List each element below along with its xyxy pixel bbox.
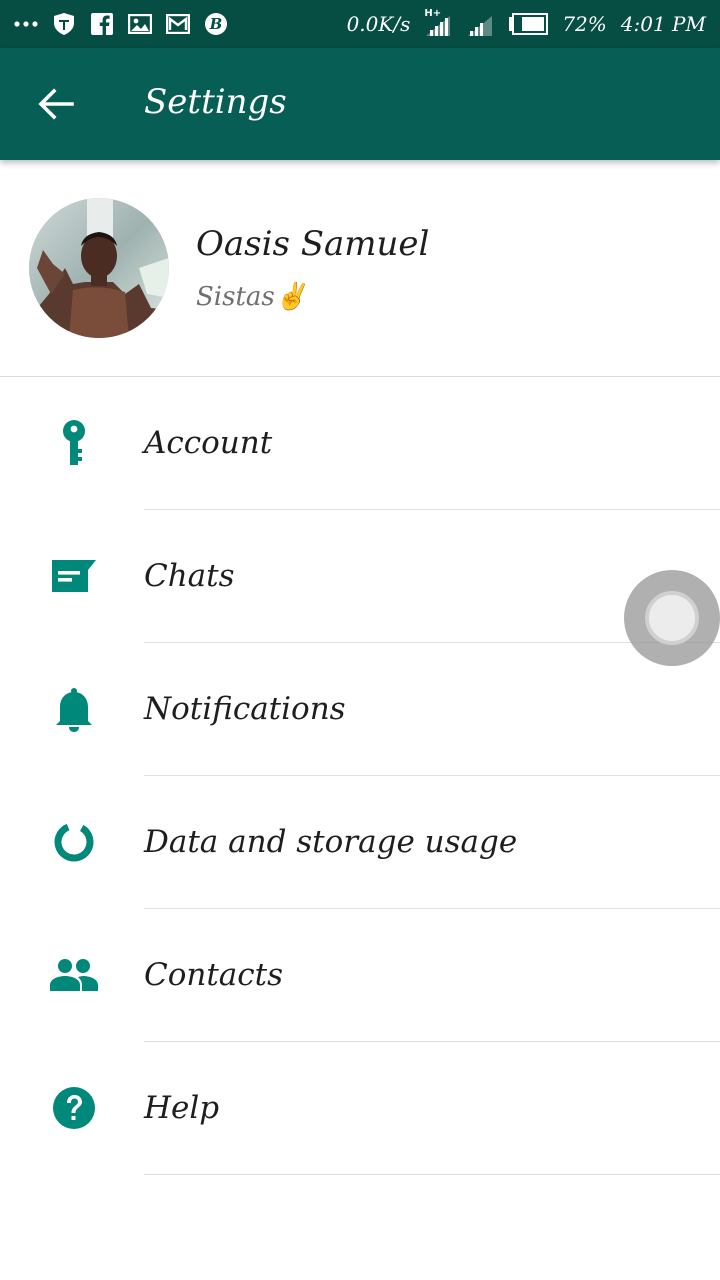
back-button[interactable]	[36, 86, 76, 122]
status-bar-notifications: B	[14, 12, 228, 36]
gallery-icon	[128, 12, 152, 36]
profile-header[interactable]: Oasis Samuel Sistas✌	[0, 160, 720, 376]
data-usage-icon	[48, 816, 100, 868]
page-title: Settings	[144, 82, 287, 122]
arrow-left-icon	[38, 88, 74, 120]
shield-icon	[52, 12, 76, 36]
bell-icon	[48, 683, 100, 735]
menu-item-account[interactable]: Account	[0, 377, 720, 510]
status-bar-system: 0.0K/s H+ 72% 4:01 PM	[346, 8, 706, 36]
contacts-icon	[48, 949, 100, 1001]
signal-icon: H+	[424, 8, 452, 36]
menu-label-notifications: Notifications	[144, 691, 346, 727]
help-icon	[48, 1082, 100, 1134]
menu-label-data-storage: Data and storage usage	[144, 824, 518, 860]
profile-name: Oasis Samuel	[196, 224, 430, 264]
chat-icon	[48, 550, 100, 602]
assistive-touch-button[interactable]	[624, 570, 720, 666]
menu-item-help[interactable]: Help	[0, 1042, 720, 1175]
menu-label-help: Help	[144, 1090, 220, 1126]
assistive-touch-inner	[645, 591, 699, 645]
profile-status: Sistas✌	[196, 282, 308, 312]
avatar[interactable]	[29, 198, 169, 338]
profile-photo	[29, 198, 169, 338]
clock: 4:01 PM	[620, 12, 706, 36]
network-speed: 0.0K/s	[346, 12, 411, 36]
gmail-icon	[166, 12, 190, 36]
battery-percent: 72%	[562, 12, 607, 36]
battery-icon	[508, 12, 549, 36]
menu-item-notifications[interactable]: Notifications	[0, 643, 720, 776]
menu-item-data-storage[interactable]: Data and storage usage	[0, 776, 720, 909]
key-icon	[48, 417, 100, 469]
status-bar: B 0.0K/s H+ 72% 4:01 PM	[0, 0, 720, 48]
menu-label-account: Account	[144, 425, 273, 461]
signal-icon-2	[466, 12, 494, 36]
menu-item-chats[interactable]: Chats	[0, 510, 720, 643]
b-app-icon: B	[204, 12, 228, 36]
app-bar: Settings	[0, 48, 720, 160]
facebook-icon	[90, 12, 114, 36]
menu-divider	[144, 1174, 720, 1175]
menu-item-contacts[interactable]: Contacts	[0, 909, 720, 1042]
svg-text:B: B	[209, 15, 223, 33]
network-type-label: H+	[424, 8, 442, 19]
more-icon	[14, 12, 38, 36]
menu-label-chats: Chats	[144, 558, 235, 594]
menu-label-contacts: Contacts	[144, 957, 284, 993]
